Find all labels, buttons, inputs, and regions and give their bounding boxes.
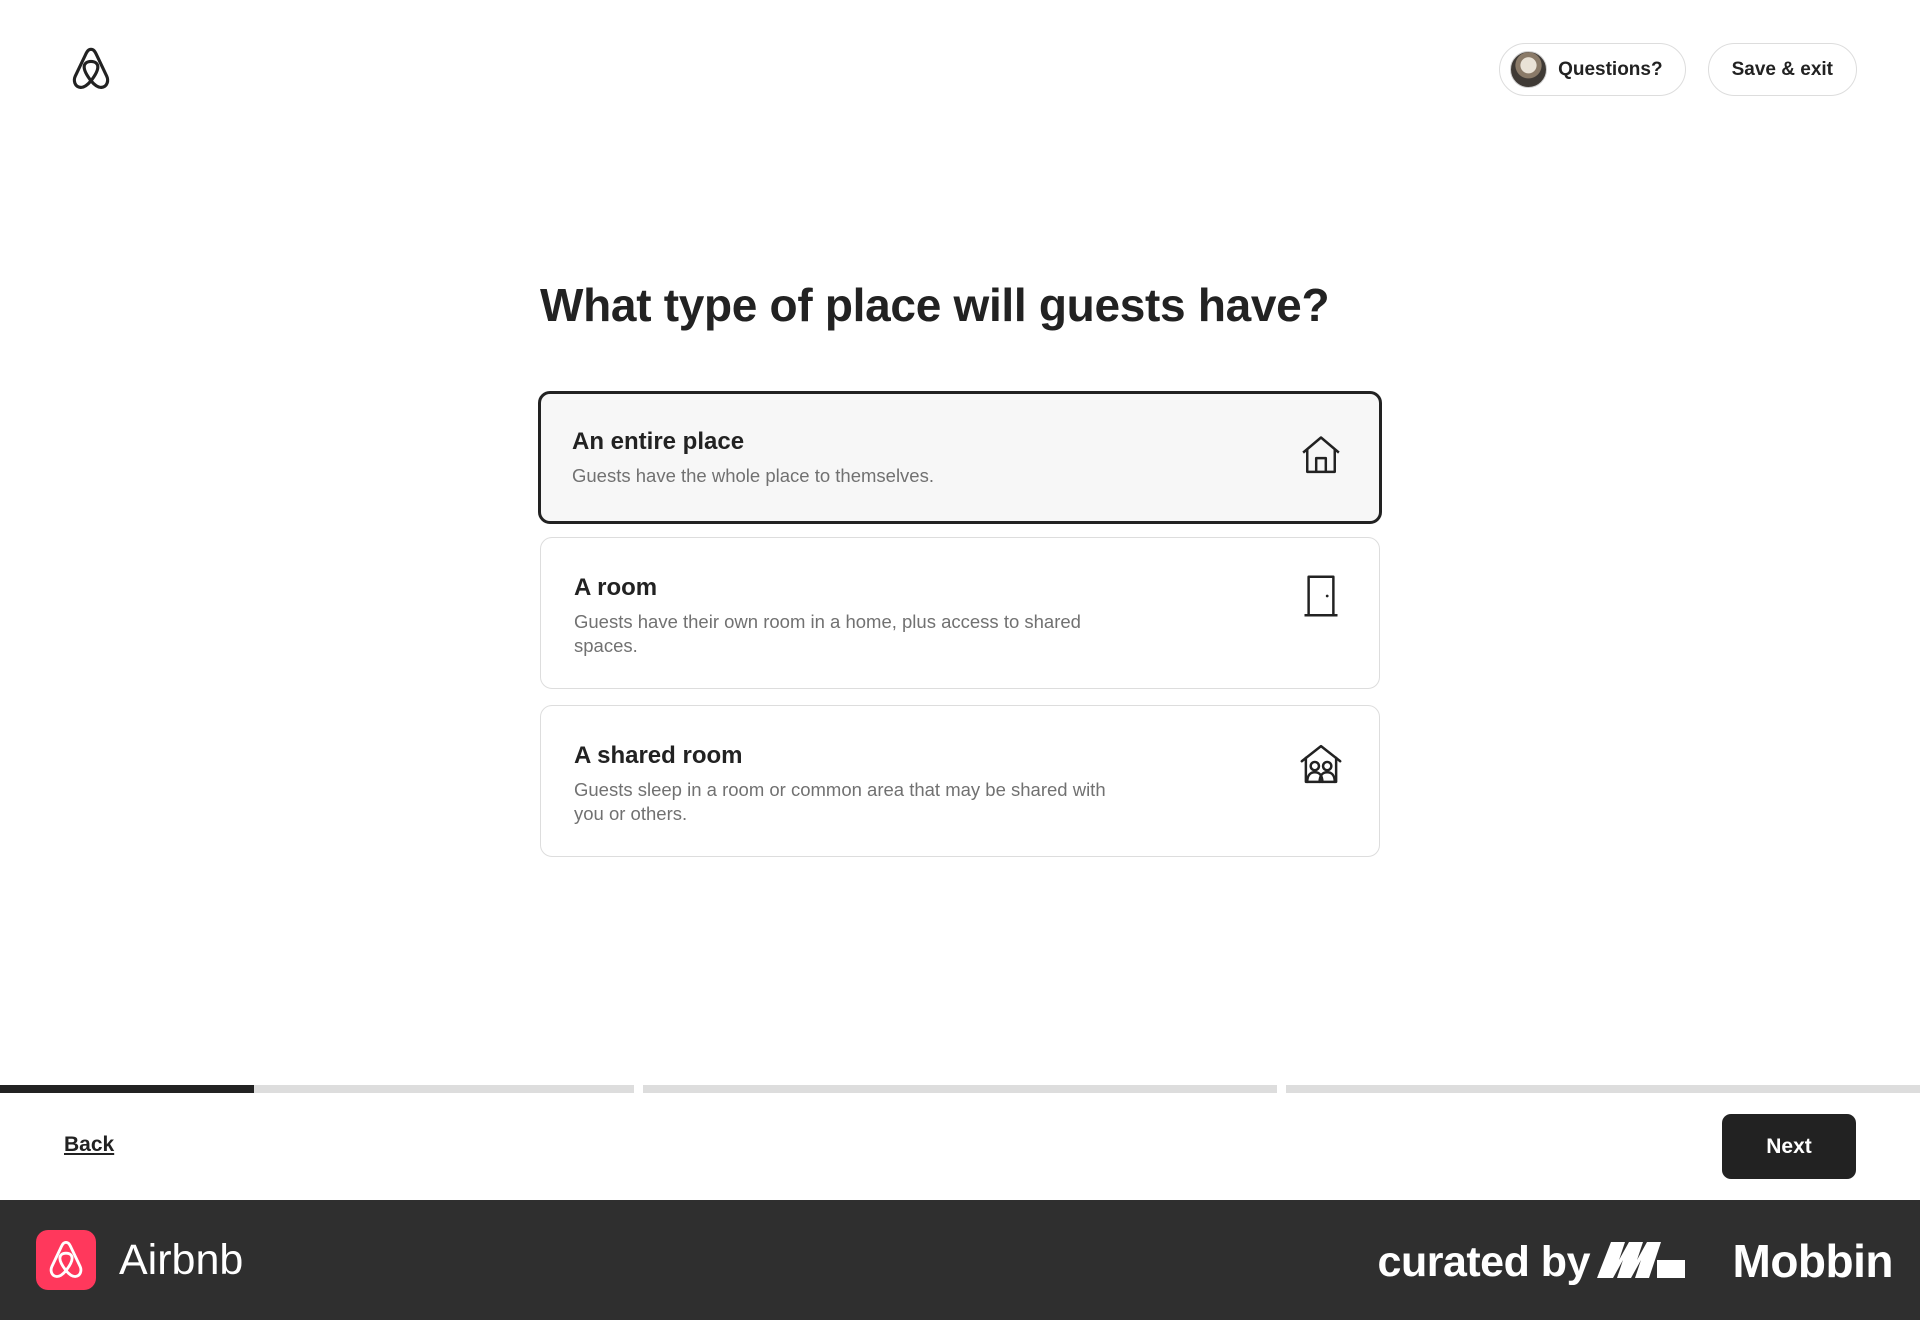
header-actions: Questions? Save & exit — [1499, 43, 1857, 96]
option-description: Guests have their own room in a home, pl… — [574, 611, 1081, 656]
option-description: Guests sleep in a room or common area th… — [574, 779, 1106, 824]
questions-button[interactable]: Questions? — [1499, 43, 1686, 96]
page-title: What type of place will guests have? — [540, 279, 1330, 331]
curator-name: Mobbin — [1732, 1235, 1894, 1287]
next-button[interactable]: Next — [1722, 1114, 1856, 1179]
progress-bar — [0, 1085, 1920, 1093]
option-title: An entire place — [572, 428, 745, 455]
option-room[interactable]: A room Guests have their own room in a h… — [540, 537, 1380, 689]
save-exit-button[interactable]: Save & exit — [1707, 43, 1857, 96]
app-name: Airbnb — [119, 1236, 244, 1284]
shared-room-icon — [1299, 742, 1343, 786]
progress-step-2 — [643, 1085, 1277, 1093]
option-shared-room[interactable]: A shared room Guests sleep in a room or … — [540, 705, 1380, 857]
door-icon — [1299, 574, 1343, 618]
option-description: Guests have the whole place to themselve… — [572, 465, 934, 486]
save-exit-label: Save & exit — [1731, 58, 1833, 80]
progress-step-3 — [1286, 1085, 1920, 1093]
mobbin-logo-icon — [1597, 1238, 1685, 1282]
progress-step-1-fill — [0, 1085, 254, 1093]
branding-bar: Airbnb curated by Mobbin — [0, 1200, 1920, 1320]
avatar — [1510, 51, 1548, 88]
curated-by-label: curated by — [1377, 1238, 1591, 1286]
progress-step-1 — [0, 1085, 634, 1093]
option-title: A room — [574, 574, 658, 601]
questions-label: Questions? — [1558, 58, 1663, 80]
option-entire-place[interactable]: An entire place Guests have the whole pl… — [538, 391, 1382, 524]
option-title: A shared room — [574, 742, 743, 769]
airbnb-logo-icon[interactable] — [70, 46, 112, 92]
back-link[interactable]: Back — [64, 1133, 114, 1157]
house-icon — [1299, 432, 1343, 476]
airbnb-app-icon — [36, 1230, 96, 1290]
